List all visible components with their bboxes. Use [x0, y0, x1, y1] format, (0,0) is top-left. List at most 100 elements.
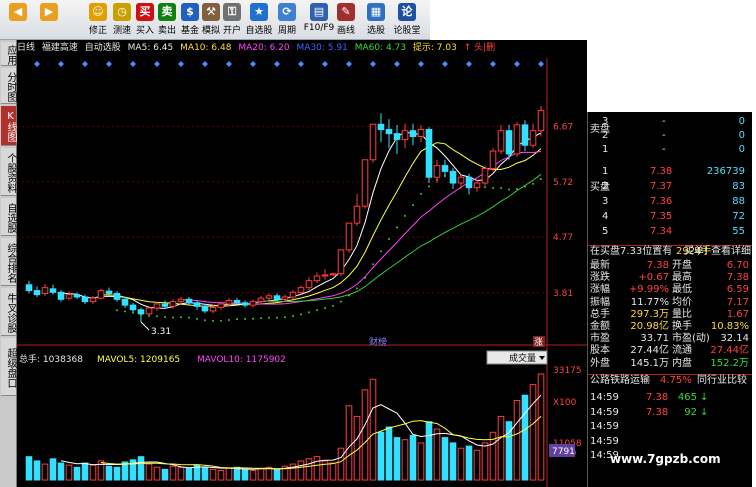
candle-body — [521, 124, 529, 146]
side-tab-7[interactable]: 牛叉诊股 — [1, 288, 16, 336]
ma60-dot — [268, 316, 270, 319]
toolbar-button-9[interactable]: ⚿ 开户 — [220, 2, 244, 38]
auto-select-button[interactable]: 自动选股 — [85, 43, 121, 53]
quote-row: 总手 297.3万 量比 1.67 — [588, 309, 753, 321]
toolbar-button-label: 自选股 — [245, 26, 273, 36]
side-tab-1[interactable]: 应用 — [1, 42, 16, 66]
industry-name: 公路铁路运输 — [590, 375, 650, 386]
candle-body — [465, 176, 473, 189]
side-tab-bar: 应用分时图 K线图个股资料自选股综合排名牛叉诊股超级盘口 — [0, 40, 17, 487]
candle-body — [233, 299, 241, 304]
quote-value: 7.38 — [646, 260, 669, 271]
candle-body — [537, 109, 545, 132]
buy-level-row: 1 7.38 236739 — [588, 166, 753, 178]
quote-label-2: 市盈(动) — [672, 333, 710, 345]
toolbar-button-5[interactable]: 买买入 — [133, 2, 157, 38]
candle-body — [401, 130, 409, 140]
volume-bar — [201, 466, 209, 481]
volume-bar — [113, 466, 121, 481]
candle-body — [217, 303, 225, 308]
side-tab-2[interactable]: 分时图 — [1, 68, 16, 104]
toolbar-button-3[interactable]: ☺ 修正 — [86, 2, 110, 38]
toolbar-button-14[interactable]: ▦ 选股 — [364, 2, 388, 38]
volume-bar — [65, 464, 73, 481]
toolbar-button-6[interactable]: 卖卖出 — [155, 2, 179, 38]
ma60-dot — [188, 316, 190, 319]
toolbar-button-12[interactable]: ▤ F10/F9 — [303, 2, 335, 38]
volume-bar — [417, 442, 425, 481]
candle-body — [529, 130, 537, 146]
ma60-dot — [380, 250, 382, 253]
ma60-dot — [308, 311, 310, 314]
volume-bar — [137, 456, 145, 481]
quote-value: 11.77% — [630, 296, 669, 308]
toolbar-button-15[interactable]: 论论股堂 — [391, 2, 423, 38]
candle-body — [417, 129, 425, 138]
tick-row: 14:59 7.38 92 ↓ — [588, 407, 753, 419]
sell-icon: 卖 — [158, 3, 176, 21]
toolbar-button-label: 选股 — [366, 26, 385, 36]
side-tab-3[interactable]: K线图 — [1, 106, 16, 146]
quote-label: 振幅 — [590, 296, 610, 308]
period-label[interactable]: 日线 — [17, 43, 35, 53]
toolbar-button-13[interactable]: ✎ 画线 — [334, 2, 358, 38]
industry-row[interactable]: 公路铁路运输 4.75% 同行业比较 — [588, 374, 753, 386]
candle-body — [57, 291, 65, 300]
ma60-dot — [500, 187, 502, 190]
candle-body — [137, 309, 145, 315]
toolbar-button-4[interactable]: ◷ 测速 — [110, 2, 134, 38]
toolbar-button-1[interactable]: ◀ — [6, 2, 30, 38]
candle-body — [89, 297, 97, 303]
kline-svg[interactable]: 6.67 5.72 4.77 3.81 3.31 财榜 涨总手: 1038368 MAVOL5… — [17, 40, 587, 487]
candle-body — [441, 165, 449, 172]
volume-bar — [89, 464, 97, 481]
side-tab-4[interactable]: 个股资料 — [1, 148, 16, 196]
buy-level-row: 5 7.34 55 — [588, 226, 753, 238]
tick-row: 14:59 7.38 465 ↓ — [588, 392, 753, 404]
industry-compare-button: 同行业比较 — [697, 375, 747, 386]
quote-value: 27.44亿 — [630, 345, 669, 357]
candle-body — [169, 301, 177, 307]
sell-level-row: 3 - 0 — [588, 116, 753, 128]
toolbar-button-2[interactable]: ▶ — [37, 2, 61, 38]
volume-bar — [241, 468, 249, 481]
toolbar-button-10[interactable]: ★ 自选股 — [243, 2, 275, 38]
candle-body — [313, 275, 321, 282]
quote-label: 股本 — [590, 345, 610, 357]
price-tick: 4.77 — [553, 233, 573, 243]
ma30-value: MA30: 5.91 — [296, 43, 348, 53]
status-line[interactable]: 在买盘7.33位置有 2924手 买单! 查看详细 — [588, 245, 753, 257]
buy-level-row: 3 7.36 88 — [588, 196, 753, 208]
extra-value[interactable]: ↑ 头|删 — [464, 43, 495, 53]
ma60-dot — [348, 294, 350, 297]
ma60-dot — [276, 316, 278, 319]
buy-price: 7.34 — [650, 226, 673, 237]
ma60-dot — [124, 310, 126, 313]
volume-bar — [529, 384, 537, 481]
sell-price: - — [662, 130, 666, 141]
ma60-dot — [356, 287, 358, 290]
candle-body — [289, 291, 297, 298]
ma10-value: MA10: 6.48 — [180, 43, 232, 53]
quote-label: 金额 — [590, 321, 610, 332]
toolbar-button-label: 论股堂 — [393, 26, 421, 36]
side-tab-6[interactable]: 综合排名 — [1, 238, 16, 286]
finance-event-label: 财榜 — [369, 336, 387, 348]
candle-body — [321, 274, 329, 277]
status-right: 买单! 查看详细 — [683, 246, 751, 257]
quote-label: 市盈 — [590, 333, 610, 345]
ma-indicator-bar: 日线 福建高速 自动选股 MA5: 6.45 MA10: 6.48 MA20: … — [17, 42, 499, 54]
candle-body — [457, 176, 465, 184]
candle-body — [129, 304, 137, 311]
marker-diamond — [322, 61, 328, 67]
side-tab-8[interactable]: 超级盘口 — [1, 338, 16, 396]
marker-diamond — [298, 61, 304, 67]
kline-chart[interactable]: 6.67 5.72 4.77 3.81 3.31 财榜 涨总手: 1038368 MAVOL5… — [17, 40, 587, 487]
candle-body — [25, 284, 33, 292]
quote-label: 总手 — [590, 308, 610, 320]
buy-level-row: 2 7.37 83 — [588, 181, 753, 193]
toolbar-button-11[interactable]: ⟳ 周期 — [275, 2, 299, 38]
toolbar-button-label: F10/F9 — [303, 23, 335, 33]
sell-vol: 0 — [738, 130, 745, 141]
side-tab-5[interactable]: 自选股 — [1, 198, 16, 236]
